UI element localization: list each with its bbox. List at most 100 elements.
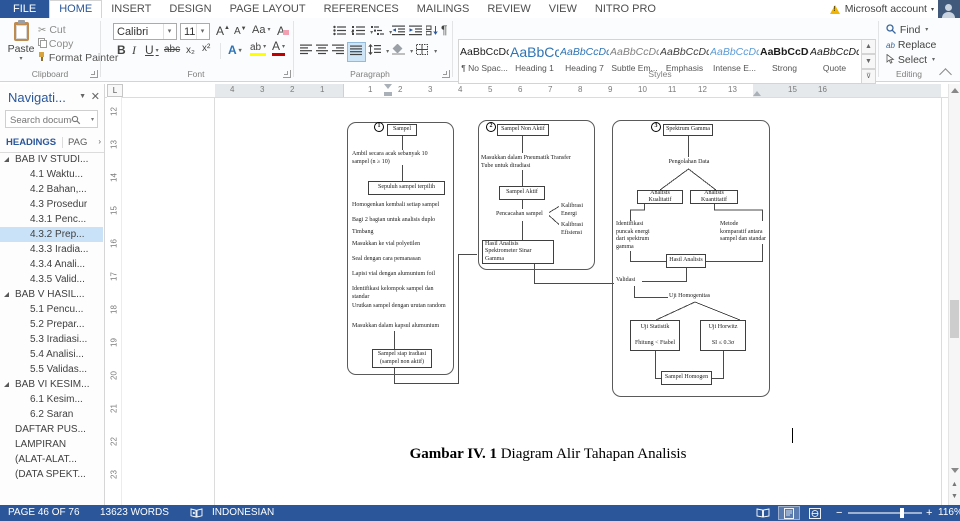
- decrease-indent-button[interactable]: [392, 25, 405, 39]
- borders-button[interactable]: [416, 44, 437, 58]
- replace-button[interactable]: ab Replace: [886, 39, 936, 51]
- proofing-errors-icon[interactable]: [190, 508, 203, 518]
- style-chip[interactable]: AaBbCcDc Quote: [810, 41, 859, 82]
- numbering-button[interactable]: [352, 25, 373, 39]
- microsoft-account-menu[interactable]: Microsoft account ▾: [829, 0, 934, 18]
- tab-insert[interactable]: INSERT: [102, 0, 160, 18]
- paste-button[interactable]: Paste ▾: [6, 20, 36, 62]
- left-indent-marker[interactable]: [384, 92, 392, 96]
- read-mode-button[interactable]: [752, 506, 774, 520]
- nav-heading-item[interactable]: 5.1 Pencu...: [0, 302, 103, 317]
- increase-indent-button[interactable]: [409, 25, 422, 39]
- first-line-indent-marker[interactable]: [384, 84, 392, 89]
- nav-heading-item[interactable]: 4.3.2 Prep...: [0, 227, 103, 242]
- clear-formatting-button[interactable]: A: [277, 24, 290, 38]
- copy-button[interactable]: Copy: [38, 38, 73, 50]
- styles-scroll-down-button[interactable]: ▼: [861, 54, 876, 69]
- sort-button[interactable]: [425, 25, 439, 39]
- bold-button[interactable]: B: [117, 43, 126, 57]
- search-input[interactable]: [8, 112, 74, 128]
- style-chip[interactable]: AaBbCcDc ¶ No Spac...: [460, 41, 509, 82]
- nav-heading-item[interactable]: (ALAT-ALAT...: [0, 452, 103, 467]
- scroll-up-arrow[interactable]: [951, 88, 959, 93]
- tab-nitro-pro[interactable]: NITRO PRO: [586, 0, 665, 18]
- cut-button[interactable]: ✂ Cut: [38, 24, 66, 36]
- align-right-button[interactable]: [332, 44, 345, 58]
- nav-heading-item[interactable]: 4.3.5 Valid...: [0, 272, 103, 287]
- zoom-percentage[interactable]: 116%: [938, 505, 960, 521]
- search-box[interactable]: ▾: [5, 110, 98, 128]
- paragraph-dialog-launcher[interactable]: [442, 70, 450, 78]
- nav-heading-item[interactable]: BAB IV STUDI...: [0, 152, 103, 167]
- style-chip[interactable]: AaBbCcDc Intense E...: [710, 41, 759, 82]
- styles-more-button[interactable]: ⊽: [861, 69, 876, 84]
- collapse-triangle-icon[interactable]: [4, 292, 9, 297]
- nav-heading-item[interactable]: BAB VI KESIM...: [0, 377, 103, 392]
- highlight-color-button[interactable]: ab: [250, 42, 267, 56]
- nav-heading-item[interactable]: 5.4 Analisi...: [0, 347, 103, 362]
- nav-heading-item[interactable]: 4.3 Prosedur: [0, 197, 103, 212]
- shading-button[interactable]: [392, 43, 413, 58]
- tab-pages[interactable]: PAG: [68, 137, 87, 148]
- zoom-slider-track[interactable]: [848, 512, 922, 514]
- word-count[interactable]: 13623 WORDS: [100, 505, 169, 521]
- next-page-button[interactable]: ▼: [950, 492, 959, 501]
- nav-heading-item[interactable]: 6.1 Kesim...: [0, 392, 103, 407]
- nav-heading-item[interactable]: 4.3.3 Iradia...: [0, 242, 103, 257]
- align-center-button[interactable]: [316, 44, 329, 58]
- tab-headings[interactable]: HEADINGS: [6, 137, 56, 148]
- line-spacing-button[interactable]: [368, 44, 389, 58]
- clipboard-dialog-launcher[interactable]: [90, 70, 98, 78]
- tab-mailings[interactable]: MAILINGS: [408, 0, 479, 18]
- tab-file[interactable]: FILE: [0, 0, 50, 18]
- superscript-button[interactable]: x²: [202, 43, 210, 54]
- align-left-button[interactable]: [300, 44, 313, 58]
- multilevel-list-button[interactable]: [371, 25, 392, 39]
- bullets-button[interactable]: [333, 25, 354, 39]
- nav-heading-item[interactable]: LAMPIRAN: [0, 437, 103, 452]
- nav-heading-item[interactable]: 6.2 Saran: [0, 407, 103, 422]
- find-button[interactable]: Find: [886, 24, 928, 36]
- tab-design[interactable]: DESIGN: [160, 0, 220, 18]
- tab-stop-selector[interactable]: L: [107, 84, 123, 97]
- show-hide-pilcrow-button[interactable]: ¶: [441, 23, 447, 37]
- select-button[interactable]: Select: [886, 53, 935, 66]
- shrink-font-button[interactable]: A▼: [234, 26, 247, 37]
- close-icon[interactable]: ✕: [91, 90, 100, 103]
- nav-heading-item[interactable]: (DATA SPEKT...: [0, 467, 103, 482]
- zoom-in-button[interactable]: +: [926, 505, 932, 521]
- underline-button[interactable]: U: [145, 43, 159, 57]
- vertical-scrollbar[interactable]: ▲ ▼: [948, 84, 960, 505]
- web-layout-button[interactable]: [804, 506, 826, 520]
- nav-heading-item[interactable]: 5.5 Validas...: [0, 362, 103, 377]
- tab-references[interactable]: REFERENCES: [315, 0, 408, 18]
- zoom-slider-thumb[interactable]: [900, 508, 904, 518]
- font-size-select[interactable]: 11 ▾: [180, 23, 210, 40]
- tab-home[interactable]: HOME: [49, 0, 103, 18]
- nav-heading-item[interactable]: 4.1 Waktu...: [0, 167, 103, 182]
- zoom-out-button[interactable]: −: [836, 505, 842, 521]
- right-indent-marker[interactable]: [753, 91, 761, 96]
- text-effects-button[interactable]: A: [228, 43, 242, 57]
- collapse-ribbon-chevron[interactable]: [939, 68, 952, 81]
- style-chip[interactable]: AaBbCcDc Heading 7: [560, 41, 609, 82]
- tab-review[interactable]: REVIEW: [478, 0, 539, 18]
- scroll-down-arrow[interactable]: [951, 468, 959, 473]
- nav-heading-item[interactable]: 4.3.4 Anali...: [0, 257, 103, 272]
- change-case-button[interactable]: Aa: [252, 24, 270, 36]
- chevron-down-icon[interactable]: ▼: [79, 93, 86, 100]
- justify-button[interactable]: [347, 42, 366, 62]
- styles-scroll-up-button[interactable]: ▲: [861, 39, 876, 54]
- font-dialog-launcher[interactable]: [283, 70, 291, 78]
- nav-heading-item[interactable]: 4.2 Bahan,...: [0, 182, 103, 197]
- subscript-button[interactable]: x₂: [186, 45, 195, 56]
- tab-view[interactable]: VIEW: [540, 0, 586, 18]
- language-indicator[interactable]: INDONESIAN: [212, 505, 274, 521]
- strikethrough-button[interactable]: abc: [164, 44, 180, 55]
- chevron-right-icon[interactable]: ›: [98, 137, 101, 146]
- nav-heading-item[interactable]: DAFTAR PUS...: [0, 422, 103, 437]
- grow-font-button[interactable]: A▲: [216, 24, 230, 38]
- collapse-triangle-icon[interactable]: [4, 157, 9, 162]
- font-color-button[interactable]: A: [272, 40, 286, 56]
- style-chip[interactable]: AaBbCcDc Strong: [760, 41, 809, 82]
